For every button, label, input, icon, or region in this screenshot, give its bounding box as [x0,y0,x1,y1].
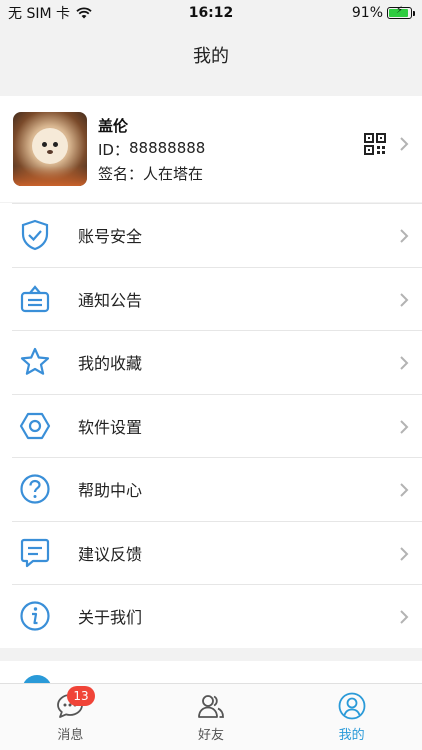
profile-signature-line: 签名： 人在塔在 [98,163,205,184]
tab-messages[interactable]: 13 消息 [0,684,141,750]
menu-item-label: 我的收藏 [78,354,143,374]
menu-item-about[interactable]: 关于我们 [12,584,422,648]
profile-name: 盖伦 [98,116,129,135]
profile-card[interactable]: 盖伦 ID： 88888888 签名： 人在塔在 [0,96,422,202]
battery-percent: 91% [351,5,383,21]
chevron-right-icon [400,356,409,370]
hexagon-settings-icon [18,409,52,443]
notice-board-icon [18,282,52,316]
tab-friends[interactable]: 好友 [141,684,282,750]
menu-item-label: 软件设置 [78,417,143,437]
status-right: 91% ⚡ [351,5,415,21]
carrier-text: 无 SIM 卡 [8,6,70,22]
friends-icon [198,695,224,718]
user-circle-icon [338,692,366,720]
avatar-glow [13,166,87,186]
menu-item-label: 账号安全 [78,227,143,247]
battery-icon: ⚡ [387,5,415,19]
avatar-eye [42,142,47,147]
qr-code-icon[interactable] [364,133,386,155]
avatar-eye [53,142,58,147]
tab-label: 我的 [338,728,365,743]
tab-bar: 13 消息 好友 我的 [0,683,422,750]
star-icon [18,345,52,379]
chevron-right-icon [400,546,409,561]
menu-item-help[interactable]: 帮助中心 [12,457,422,521]
question-circle-icon [18,472,52,506]
profile-id-value: 88888888 [128,138,206,157]
menu-item-notice[interactable]: 通知公告 [12,266,422,331]
tab-label: 好友 [198,728,225,743]
tab-label: 消息 [57,728,84,743]
nav-bar: 我的 [0,26,422,84]
menu-list: 账号安全 通知公告 我的收藏 软件设置 帮助中心 建议反馈 关于我们 [0,203,422,648]
avatar-nose [47,150,53,154]
tab-mine[interactable]: 我的 [281,684,422,750]
feedback-message-icon [18,536,52,570]
profile-signature-label: 签名： [98,164,144,183]
chevron-right-icon [400,229,409,243]
chevron-right-icon [400,137,409,151]
profile-id-line: ID： 88888888 [98,139,205,160]
status-bar: 无 SIM 卡 16:12 91% ⚡ [0,0,422,26]
menu-item-account-security[interactable]: 账号安全 [12,203,422,267]
profile-signature-value: 人在塔在 [143,164,204,183]
chevron-right-icon [400,419,409,434]
shield-check-icon [18,218,52,252]
menu-item-favorites[interactable]: 我的收藏 [12,330,422,394]
chevron-right-icon [400,483,409,497]
wifi-icon [76,7,92,19]
avatar[interactable] [13,112,87,186]
status-left: 无 SIM 卡 [8,3,92,23]
avatar-face [32,128,68,164]
menu-item-label: 建议反馈 [78,544,143,564]
menu-item-label: 帮助中心 [78,481,143,501]
menu-item-feedback[interactable]: 建议反馈 [12,520,422,585]
charging-bolt-icon: ⚡ [395,5,404,16]
profile-id-label: ID： [98,140,129,159]
chevron-right-icon [400,292,409,307]
chevron-right-icon [400,610,409,624]
menu-item-label: 关于我们 [78,608,143,628]
profile-info: 盖伦 ID： 88888888 签名： 人在塔在 [98,115,205,184]
page-title: 我的 [193,46,229,67]
menu-item-settings[interactable]: 软件设置 [12,393,422,458]
menu-item-label: 通知公告 [78,290,143,310]
info-circle-icon [18,599,52,633]
unread-badge: 13 [67,686,95,706]
